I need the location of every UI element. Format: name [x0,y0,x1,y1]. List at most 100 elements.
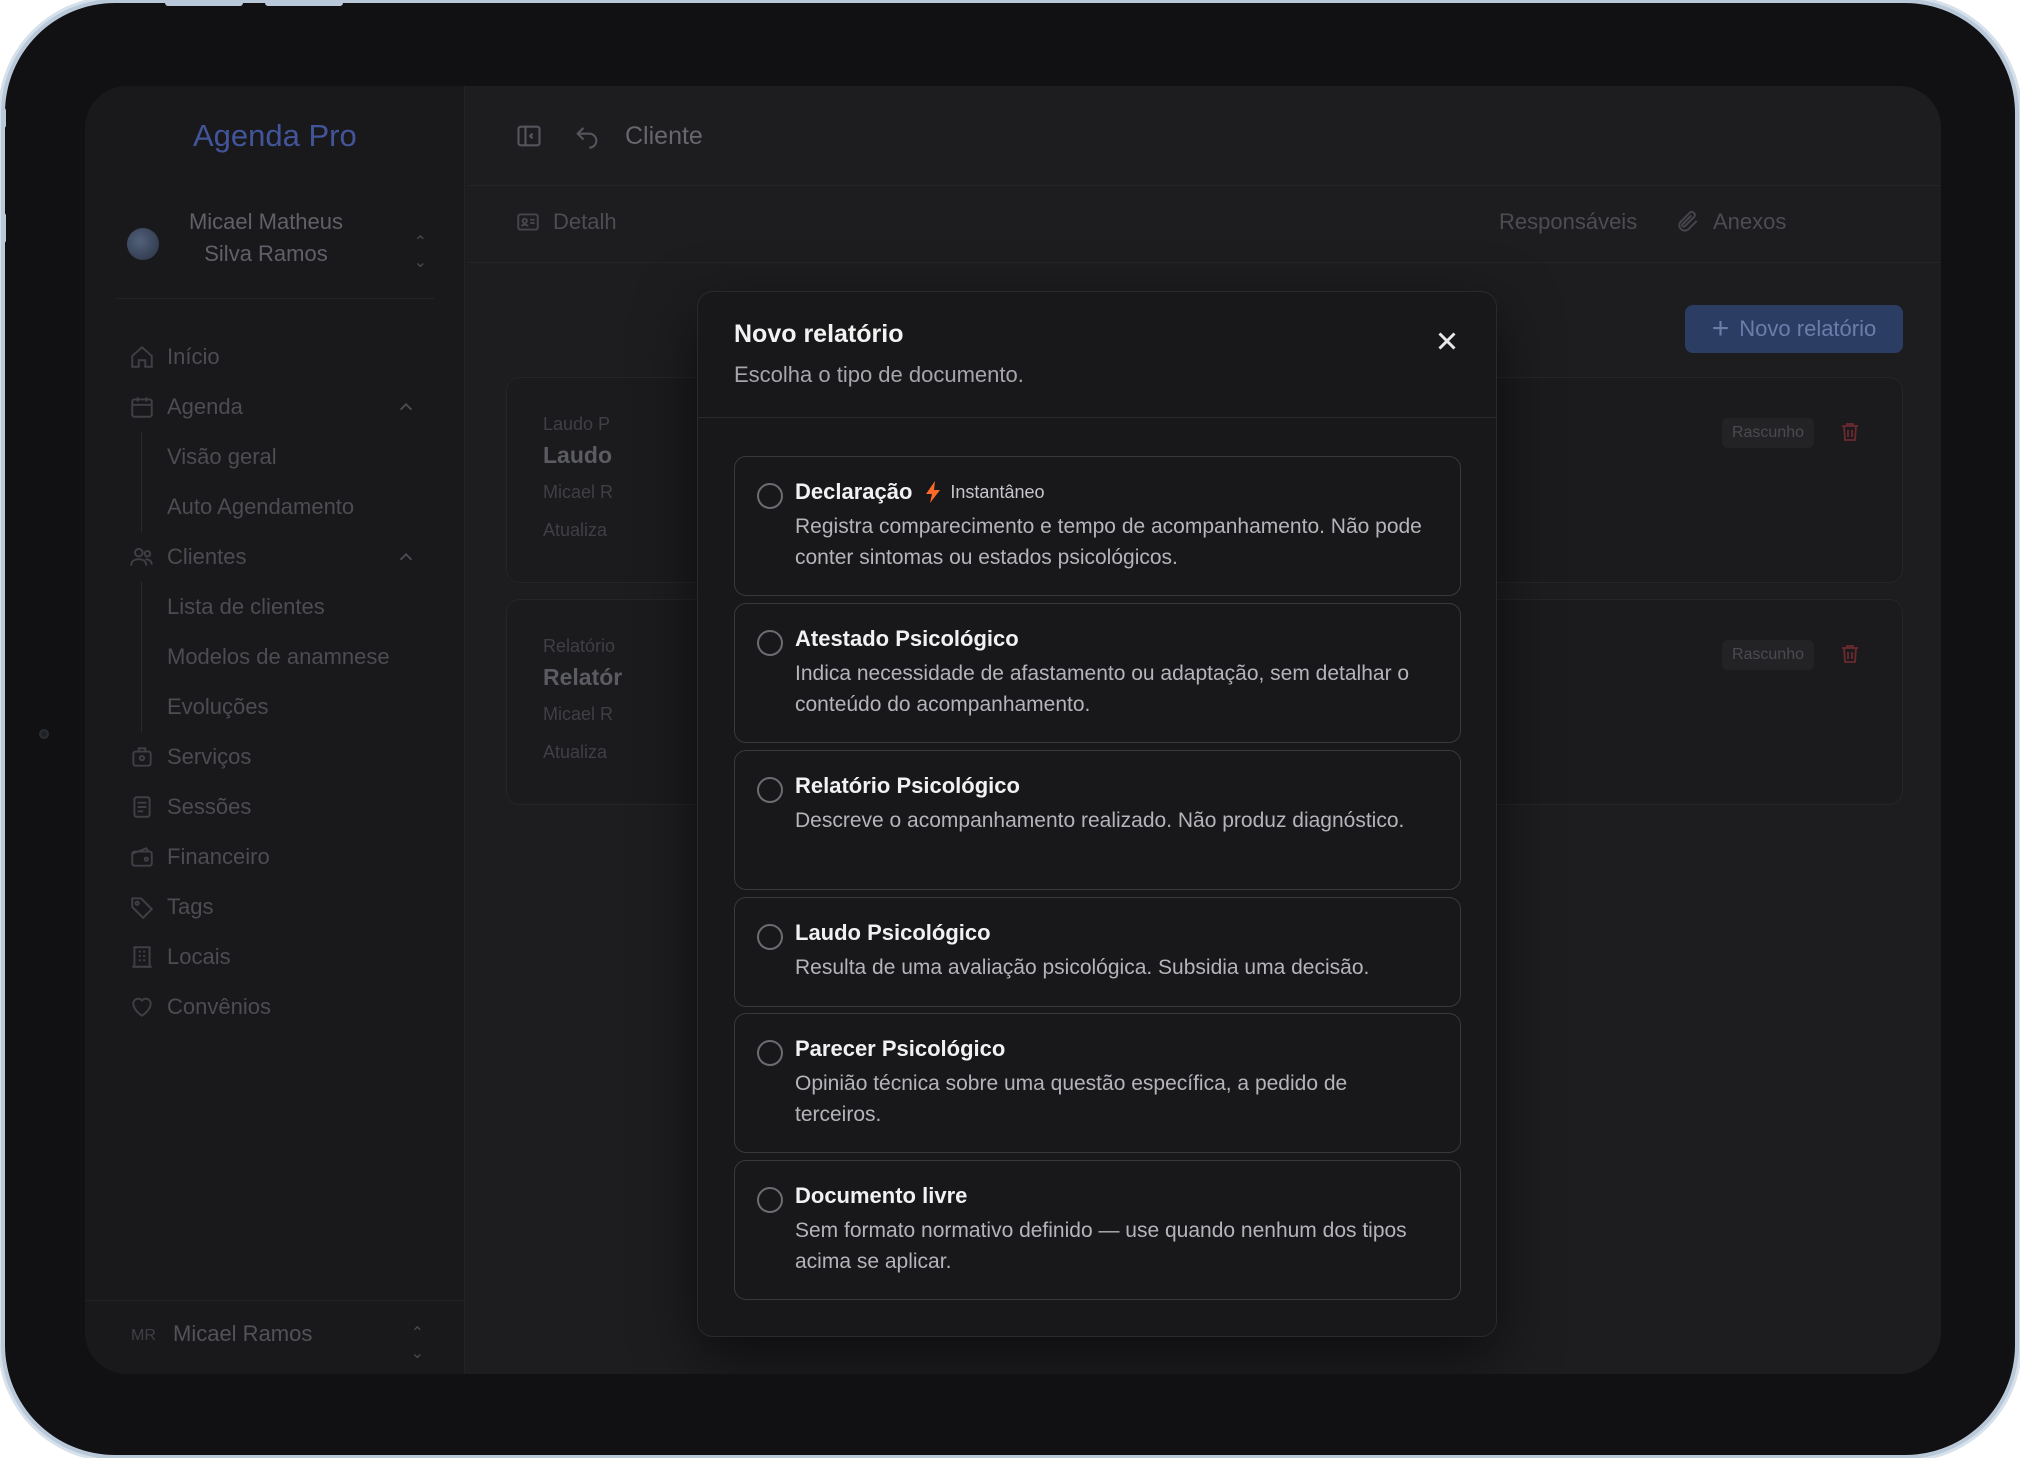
sidebar-item-label: Financeiro [167,844,270,869]
id-card-icon [517,213,539,231]
users-icon [127,542,157,572]
sidebar-item-financeiro[interactable]: Financeiro [127,832,427,882]
account-switcher[interactable]: Micael Matheus Silva Ramos ⌃ ⌄ [127,206,427,286]
radio-button[interactable] [757,777,783,803]
tab-label: Detalh [553,209,617,234]
dialog-subtitle: Escolha o tipo de documento. [734,362,1024,387]
report-updated: Atualiza [543,520,608,540]
user-name: Micael Ramos [173,1321,313,1346]
option-description: Sem formato normativo definido — use qua… [795,1219,1407,1273]
chevron-up-icon[interactable] [395,546,417,574]
divider [115,298,434,299]
front-camera [39,729,49,739]
sidebar-item-label: Tags [167,894,214,919]
tab-anexos[interactable]: Anexos [1675,209,1786,235]
radio-button[interactable] [757,1187,783,1213]
submenu-line [141,432,142,532]
briefcase-icon [127,742,157,772]
report-owner: Micael R [543,482,614,502]
sidebar-item-clientes[interactable]: Clientes [127,532,427,582]
sidebar-item-agenda[interactable]: Agenda [127,382,427,432]
sidebar-item-inicio[interactable]: Início [127,332,427,382]
status-badge: Rascunho [1721,640,1814,670]
trash-icon[interactable] [1838,642,1862,671]
user-menu[interactable]: MR Micael Ramos ⌃ ⌄ [85,1300,464,1374]
submenu-line [141,582,142,732]
sidebar-item-label: Serviços [167,744,252,769]
tab-responsaveis[interactable]: Responsáveis [1499,209,1637,235]
sidebar-item-visao-geral[interactable]: Visão geral [127,432,427,482]
report-owner: Micael R [543,704,614,724]
sidebar-item-auto-agendamento[interactable]: Auto Agendamento [127,482,427,532]
account-name: Micael Matheus Silva Ramos [188,209,344,266]
tab-label: Responsáveis [1499,209,1638,234]
sidebar-item-label: Clientes [167,544,247,569]
tablet-frame: Agenda Pro Micael Matheus Silva Ramos ⌃ ⌄… [1,0,2015,1455]
sidebar-item-tags[interactable]: Tags [127,882,427,932]
tab-bar: Detalh Responsáveis Anexos [466,187,1941,263]
radio-button[interactable] [757,630,783,656]
status-badge: Rascunho [1721,418,1814,448]
lightning-icon [924,481,942,503]
sidebar-item-label: Agenda [167,394,243,419]
document-icon [127,792,157,822]
option-description: Descreve o acompanhamento realizado. Não… [795,809,1405,832]
option-parecer[interactable]: Parecer Psicológico Opinião técnica sobr… [734,1013,1461,1153]
option-tag: Instantâneo [950,481,1045,502]
dialog-title: Novo relatório [734,320,904,348]
tag-icon [127,892,157,922]
paperclip-icon [1678,210,1698,232]
top-bar: Cliente [466,86,1941,186]
dialog-header: Novo relatório Escolha o tipo de documen… [698,292,1496,418]
heart-icon [127,992,157,1022]
chevrons-updown-icon: ⌃ ⌄ [410,1325,424,1362]
brand-logo[interactable]: Agenda Pro [193,118,357,154]
avatar [127,228,159,260]
option-title: Parecer Psicológico [795,1036,1006,1061]
hardware-button [165,0,243,6]
sidebar-item-servicos[interactable]: Serviços [127,732,427,782]
sidebar-item-locais[interactable]: Locais [127,932,427,982]
tab-detalhes[interactable]: Detalh [515,209,617,235]
report-kind: Relatório [543,636,616,656]
chevron-up-icon[interactable] [395,396,417,424]
option-title-text: Declaração [795,479,913,504]
option-laudo[interactable]: Laudo Psicológico Resulta de uma avaliaç… [734,897,1461,1007]
sidebar-item-convenios[interactable]: Convênios [127,982,427,1032]
back-icon[interactable] [573,122,601,150]
sidebar-toggle-icon[interactable] [515,122,543,150]
sidebar-nav: Início Agenda Visão geral Auto Agendamen… [127,332,427,1032]
option-description: Registra comparecimento e tempo de acomp… [795,515,1422,569]
plus-icon: + [1711,312,1730,345]
close-icon[interactable] [1432,326,1462,356]
sidebar-item-sessoes[interactable]: Sessões [127,782,427,832]
option-atestado[interactable]: Atestado Psicológico Indica necessidade … [734,603,1461,743]
hardware-button [1,108,6,128]
trash-icon[interactable] [1838,420,1862,449]
new-report-button[interactable]: + Novo relatório [1685,305,1903,353]
radio-button[interactable] [757,1040,783,1066]
option-description: Indica necessidade de afastamento ou ada… [795,662,1410,716]
sidebar-item-lista-de-clientes[interactable]: Lista de clientes [127,582,427,632]
sidebar-item-label: Início [167,344,220,369]
radio-button[interactable] [757,924,783,950]
option-description: Resulta de uma avaliação psicológica. Su… [795,956,1370,979]
hardware-button [265,0,343,6]
sidebar-item-label: Convênios [167,994,271,1019]
option-documento-livre[interactable]: Documento livre Sem formato normativo de… [734,1160,1461,1300]
sidebar-item-evolucoes[interactable]: Evoluções [127,682,427,732]
user-initials: MR [131,1327,156,1344]
option-title: Declaração Instantâneo [795,479,1045,505]
option-title: Relatório Psicológico [795,773,1020,798]
hardware-button [1,213,6,243]
sidebar-item-label: Locais [167,944,231,969]
tab-label: Anexos [1713,209,1787,234]
sidebar-item-modelos-de-anamnese[interactable]: Modelos de anamnese [127,632,427,682]
option-relatorio[interactable]: Relatório Psicológico Descreve o acompan… [734,750,1461,890]
radio-button[interactable] [757,483,783,509]
report-title: Laudo [543,442,612,468]
option-declaracao[interactable]: Declaração Instantâneo Registra comparec… [734,456,1461,596]
wallet-icon [127,842,157,872]
page-title: Cliente [625,122,703,150]
report-kind: Laudo P [543,414,611,434]
